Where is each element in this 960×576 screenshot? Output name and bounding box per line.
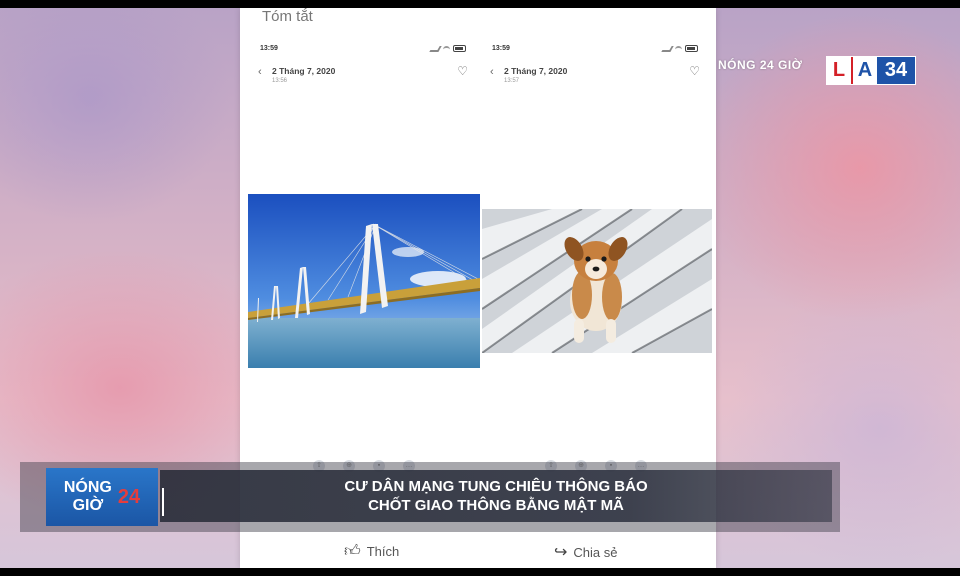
wifi-icon <box>443 45 450 52</box>
status-time: 13:59 <box>492 45 510 52</box>
share-button[interactable]: ↪ Chia sẻ <box>554 542 617 562</box>
badge-line1: NÓNG <box>63 479 112 496</box>
logo-number: 34 <box>877 57 915 84</box>
badge-line2: GIỜ <box>72 497 104 514</box>
thumbs-up-icon: 👍︎ <box>344 543 361 560</box>
headline-line1: CƯ DÂN MẠNG TUNG CHIÊU THÔNG BÁO <box>344 478 648 495</box>
badge-number: 24 <box>117 485 141 508</box>
headline-line2: CHỐT GIAO THÔNG BẰNG MẬT MÃ <box>368 497 624 514</box>
letterbox-top <box>0 0 960 8</box>
back-chevron-icon[interactable]: ‹ <box>258 66 262 78</box>
photo-date: 2 Tháng 7, 2020 <box>272 66 336 76</box>
letterbox-bottom <box>0 568 960 576</box>
like-label: Thích <box>366 544 400 559</box>
status-icons <box>429 45 466 52</box>
like-button[interactable]: 👍︎ Thích <box>344 542 399 561</box>
share-icon: ↪ <box>554 544 568 561</box>
photo-date: 2 Tháng 7, 2020 <box>504 66 568 76</box>
badge-words: NÓNG GIỜ <box>64 479 112 515</box>
heart-icon[interactable]: ♡ <box>689 64 700 78</box>
logo-letter-a: A <box>851 57 877 84</box>
heart-icon[interactable]: ♡ <box>457 64 468 78</box>
puppy-photo <box>482 209 712 353</box>
photo-time: 13:57 <box>504 78 520 84</box>
share-label: Chia sẻ <box>573 544 618 560</box>
program-tag: NÓNG 24 GIỜ <box>718 58 803 72</box>
channel-logo: L A 34 <box>826 56 916 85</box>
program-badge: NÓNG GIỜ 24 <box>46 468 158 526</box>
phone-header-text: Tóm tắt <box>262 8 313 25</box>
signal-icon <box>429 45 442 52</box>
bridge-photo <box>248 194 480 368</box>
photo-time: 13:56 <box>272 78 288 84</box>
news-headline: CƯ DÂN MẠNG TUNG CHIÊU THÔNG BÁO CHỐT GI… <box>160 470 832 522</box>
wifi-icon <box>675 45 682 52</box>
status-time: 13:59 <box>260 45 278 52</box>
signal-icon <box>661 45 674 52</box>
battery-icon <box>453 45 466 52</box>
status-icons <box>661 45 698 52</box>
battery-icon <box>685 45 698 52</box>
back-chevron-icon[interactable]: ‹ <box>490 66 494 78</box>
logo-letter-l: L <box>827 57 851 84</box>
